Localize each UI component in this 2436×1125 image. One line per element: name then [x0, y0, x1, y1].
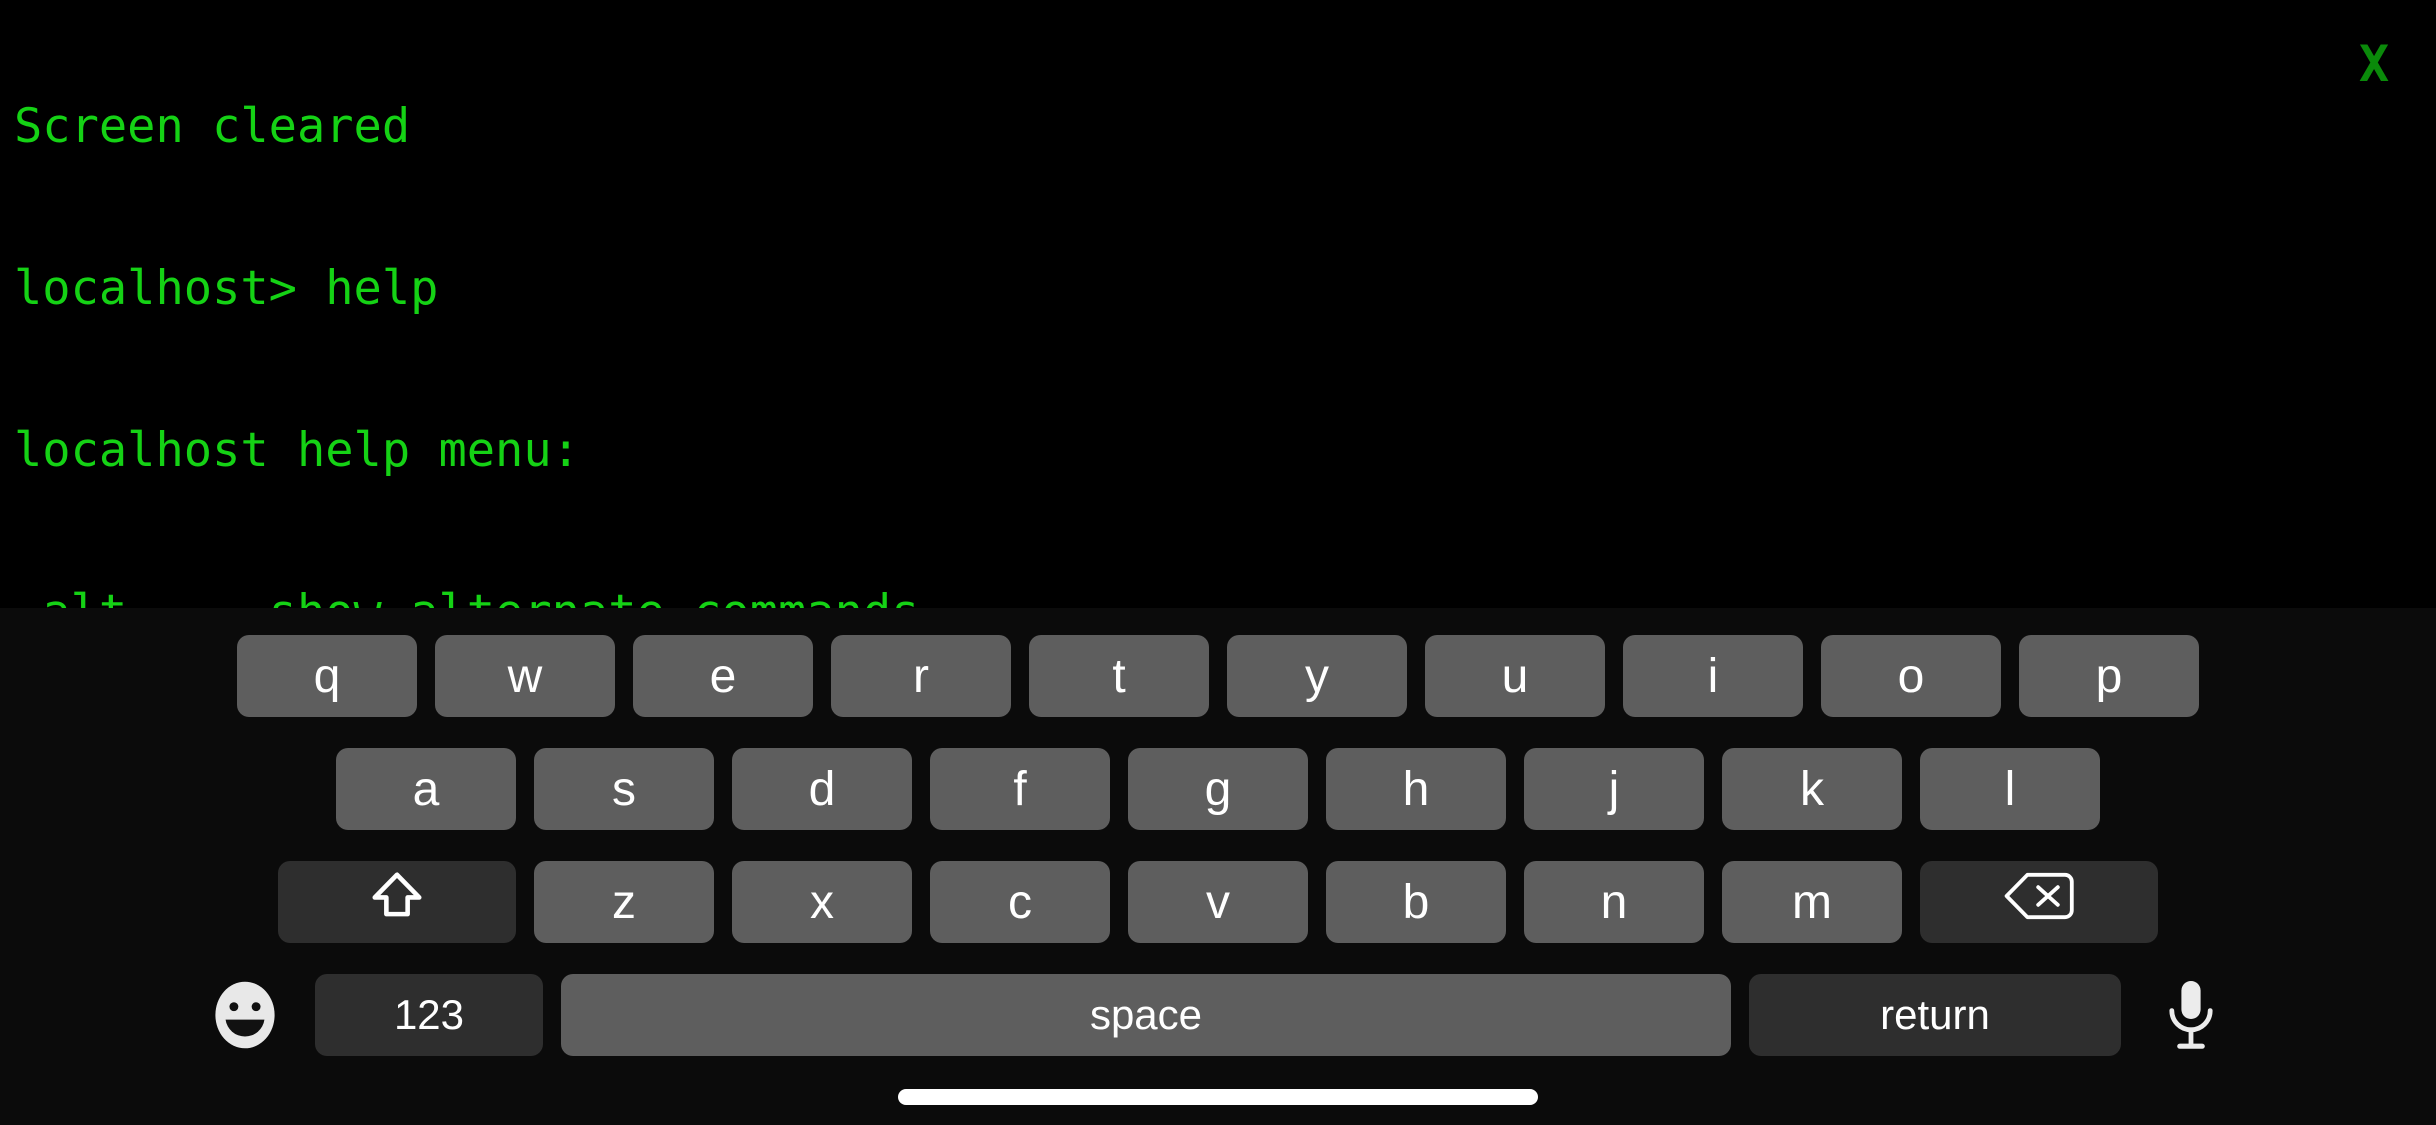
numeric-mode-key[interactable]: 123 [315, 974, 543, 1056]
key-f[interactable]: f [930, 748, 1110, 830]
key-j[interactable]: j [1524, 748, 1704, 830]
key-a[interactable]: a [336, 748, 516, 830]
terminal-line: Screen cleared [14, 99, 411, 154]
key-p[interactable]: p [2019, 635, 2199, 717]
key-v[interactable]: v [1128, 861, 1308, 943]
key-w[interactable]: w [435, 635, 615, 717]
key-x[interactable]: x [732, 861, 912, 943]
key-l[interactable]: l [1920, 748, 2100, 830]
key-b[interactable]: b [1326, 861, 1506, 943]
key-t[interactable]: t [1029, 635, 1209, 717]
terminal-line: localhost help menu: [14, 423, 580, 478]
key-c[interactable]: c [930, 861, 1110, 943]
key-d[interactable]: d [732, 748, 912, 830]
key-r[interactable]: r [831, 635, 1011, 717]
terminal-line: alt show alternate commands [14, 586, 919, 609]
home-indicator[interactable] [898, 1089, 1538, 1105]
key-n[interactable]: n [1524, 861, 1704, 943]
keyboard-row-3: z x c v b n m [0, 861, 2436, 943]
key-k[interactable]: k [1722, 748, 1902, 830]
dictation-key[interactable] [2139, 974, 2243, 1056]
terminal-output: Screen cleared localhost> help localhost… [14, 0, 919, 609]
terminal-console[interactable]: Screen cleared localhost> help localhost… [0, 0, 2436, 608]
key-s[interactable]: s [534, 748, 714, 830]
key-m[interactable]: m [1722, 861, 1902, 943]
on-screen-keyboard: q w e r t y u i o p a s d f g h j k l z … [0, 608, 2436, 1125]
key-g[interactable]: g [1128, 748, 1308, 830]
key-e[interactable]: e [633, 635, 813, 717]
phone-screen: Screen cleared localhost> help localhost… [0, 0, 2436, 1125]
microphone-icon [2163, 977, 2219, 1053]
backspace-delete-icon [2003, 868, 2075, 936]
key-z[interactable]: z [534, 861, 714, 943]
keyboard-row-4: 123 space return [0, 974, 2436, 1056]
keyboard-row-1: q w e r t y u i o p [0, 635, 2436, 717]
keyboard-row-2: a s d f g h j k l [0, 748, 2436, 830]
smiley-face-icon [208, 978, 282, 1052]
key-q[interactable]: q [237, 635, 417, 717]
shift-arrow-icon [368, 867, 426, 937]
backspace-key[interactable] [1920, 861, 2158, 943]
key-u[interactable]: u [1425, 635, 1605, 717]
close-button[interactable]: X [2338, 32, 2410, 96]
key-i[interactable]: i [1623, 635, 1803, 717]
key-o[interactable]: o [1821, 635, 2001, 717]
space-key[interactable]: space [561, 974, 1731, 1056]
return-key[interactable]: return [1749, 974, 2121, 1056]
key-y[interactable]: y [1227, 635, 1407, 717]
key-h[interactable]: h [1326, 748, 1506, 830]
shift-key[interactable] [278, 861, 516, 943]
emoji-key[interactable] [193, 974, 297, 1056]
terminal-line: localhost> help [14, 261, 439, 316]
